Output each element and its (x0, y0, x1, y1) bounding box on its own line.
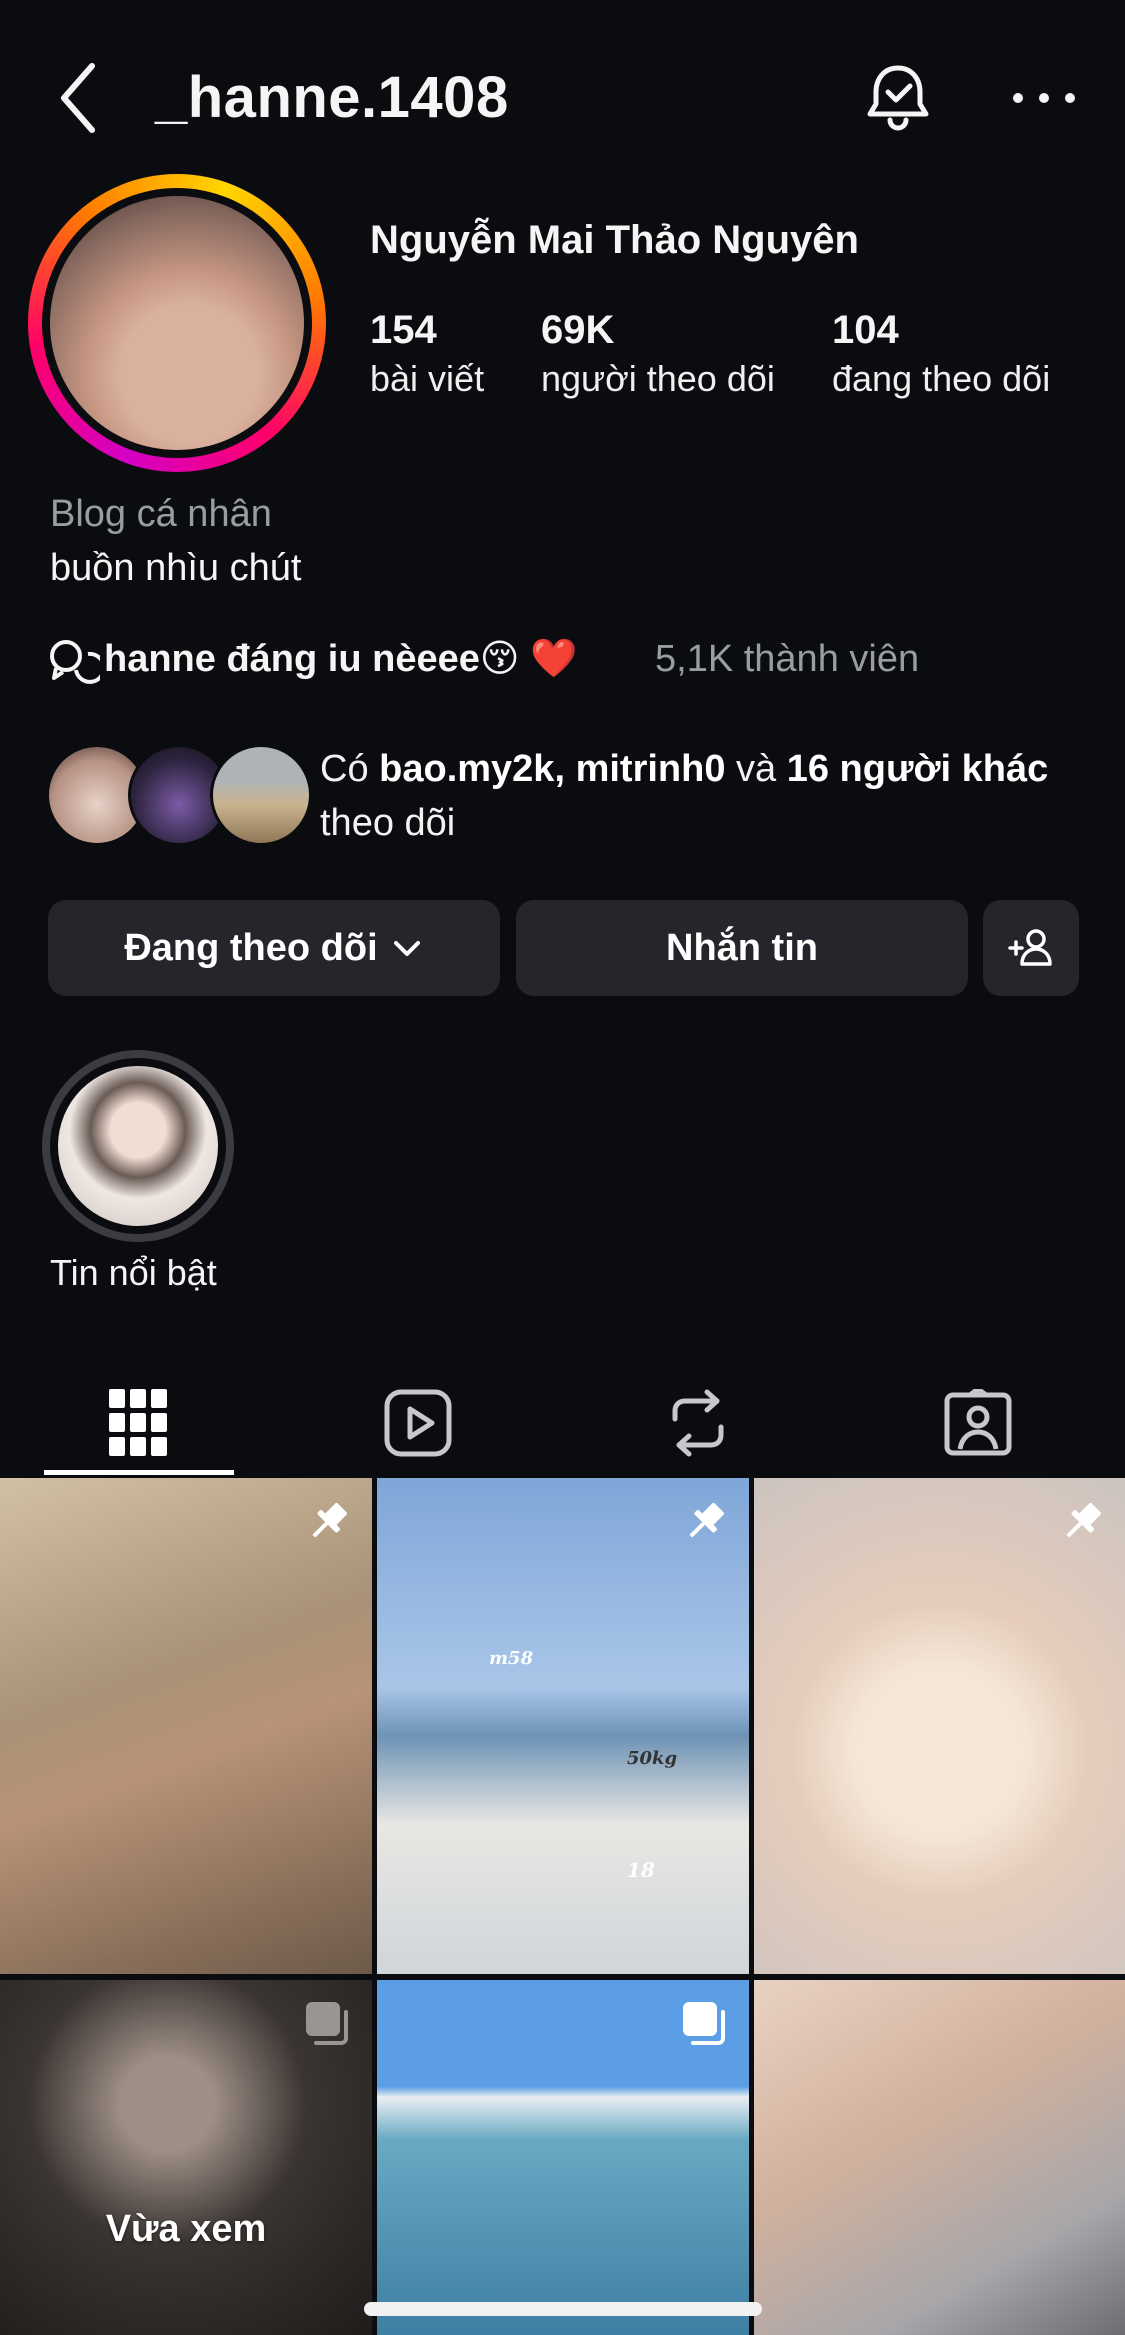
add-person-icon (1008, 929, 1052, 966)
back-icon[interactable] (52, 58, 112, 138)
following-button-label: Đang theo dõi (124, 926, 378, 969)
profile-avatar[interactable] (50, 196, 304, 450)
profile-bio: buồn nhìu chút (50, 547, 302, 589)
photo-caption-text: 50kg (627, 1748, 678, 1769)
pin-icon (689, 1503, 724, 1538)
grid-icon (109, 1389, 167, 1456)
following-label[interactable]: đang theo dõi (832, 358, 1050, 400)
tab-reposts[interactable] (604, 1370, 792, 1476)
suggested-users-button[interactable] (983, 900, 1079, 996)
profile-category: Blog cá nhân (50, 493, 272, 535)
highlight-label: Tin nổi bật (50, 1252, 217, 1293)
active-tab-indicator (44, 1470, 234, 1475)
mutual-follower-avatar[interactable] (210, 744, 312, 846)
broadcast-channel-link[interactable]: hanne đáng iu nèeee😚 ❤️ (104, 636, 577, 681)
profile-username: _hanne.1408 (155, 65, 509, 130)
tagged-person-icon (944, 1389, 1012, 1456)
broadcast-channel-icon (50, 640, 100, 684)
tab-tagged[interactable] (884, 1370, 1072, 1476)
mutual-user-2: mitrinh0 (575, 748, 726, 790)
recently-viewed-label: Vừa xem (105, 2208, 267, 2250)
followers-count[interactable]: 69K (541, 308, 614, 353)
home-indicator[interactable] (364, 2302, 762, 2316)
channel-member-count: 5,1K thành viên (655, 638, 920, 680)
reels-play-icon (384, 1389, 452, 1457)
mutual-user-1: bao.my2k (379, 748, 555, 790)
carousel-icon (306, 2002, 348, 2045)
grid-post-thumbnail[interactable] (0, 1478, 372, 1974)
grid-post-thumbnail[interactable] (377, 1980, 749, 2335)
grid-post-thumbnail[interactable] (0, 1980, 372, 2335)
mutual-followers-text[interactable]: Có bao.my2k, mitrinh0 và 16 người khác t… (320, 742, 1080, 850)
highlight-cover[interactable] (58, 1066, 218, 1226)
posts-label: bài viết (370, 358, 485, 399)
pin-icon (312, 1503, 347, 1538)
notification-bell-icon[interactable] (860, 60, 936, 136)
tab-reels[interactable] (324, 1370, 512, 1476)
photo-caption-text: m58 (489, 1648, 534, 1669)
grid-post-thumbnail[interactable] (754, 1980, 1125, 2335)
posts-count: 154 (370, 308, 437, 352)
photo-caption-text: 18 (627, 1858, 655, 1882)
pin-icon (1066, 1503, 1101, 1538)
grid-post-thumbnail[interactable] (754, 1478, 1125, 1974)
followers-label[interactable]: người theo dõi (541, 358, 775, 400)
profile-full-name: Nguyễn Mai Thảo Nguyên (370, 218, 859, 262)
chevron-down-icon (393, 941, 420, 956)
tab-posts-grid[interactable] (44, 1370, 232, 1476)
carousel-icon (683, 2002, 725, 2045)
grid-post-thumbnail[interactable]: m58 50kg 18 (377, 1478, 749, 1974)
following-count[interactable]: 104 (832, 308, 899, 353)
message-button[interactable]: Nhắn tin (516, 900, 968, 996)
repost-icon (672, 1389, 724, 1457)
following-dropdown-button[interactable]: Đang theo dõi (48, 900, 500, 996)
mutual-others: 16 người khác (786, 748, 1049, 790)
more-options-icon[interactable] (1008, 80, 1080, 116)
